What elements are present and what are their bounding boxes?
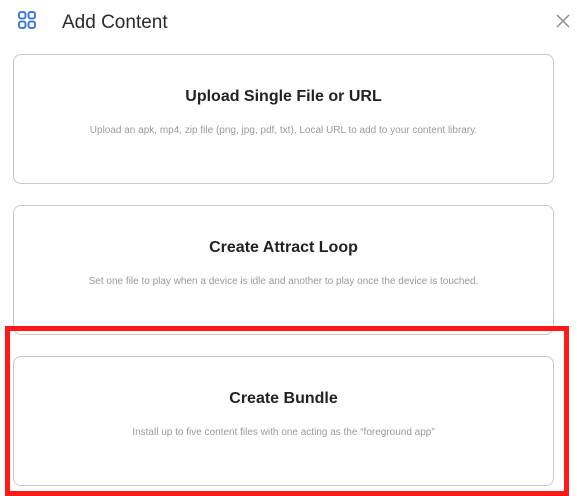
option-title: Create Attract Loop bbox=[209, 239, 358, 256]
close-icon[interactable] bbox=[555, 13, 571, 29]
option-description: Install up to five content files with on… bbox=[132, 427, 435, 438]
dialog-header: Add Content bbox=[0, 0, 577, 46]
option-title: Create Bundle bbox=[229, 390, 338, 407]
upload-single-file-option[interactable]: Upload Single File or URL Upload an apk,… bbox=[13, 54, 554, 184]
create-bundle-option[interactable]: Create Bundle Install up to five content… bbox=[13, 356, 554, 486]
option-description: Set one file to play when a device is id… bbox=[88, 276, 479, 287]
create-attract-loop-option[interactable]: Create Attract Loop Set one file to play… bbox=[13, 205, 554, 335]
option-description: Upload an apk, mp4, zip file (png, jpg, … bbox=[89, 125, 478, 136]
grid-icon bbox=[18, 11, 36, 29]
dialog-title: Add Content bbox=[62, 12, 168, 33]
option-title: Upload Single File or URL bbox=[185, 88, 382, 105]
